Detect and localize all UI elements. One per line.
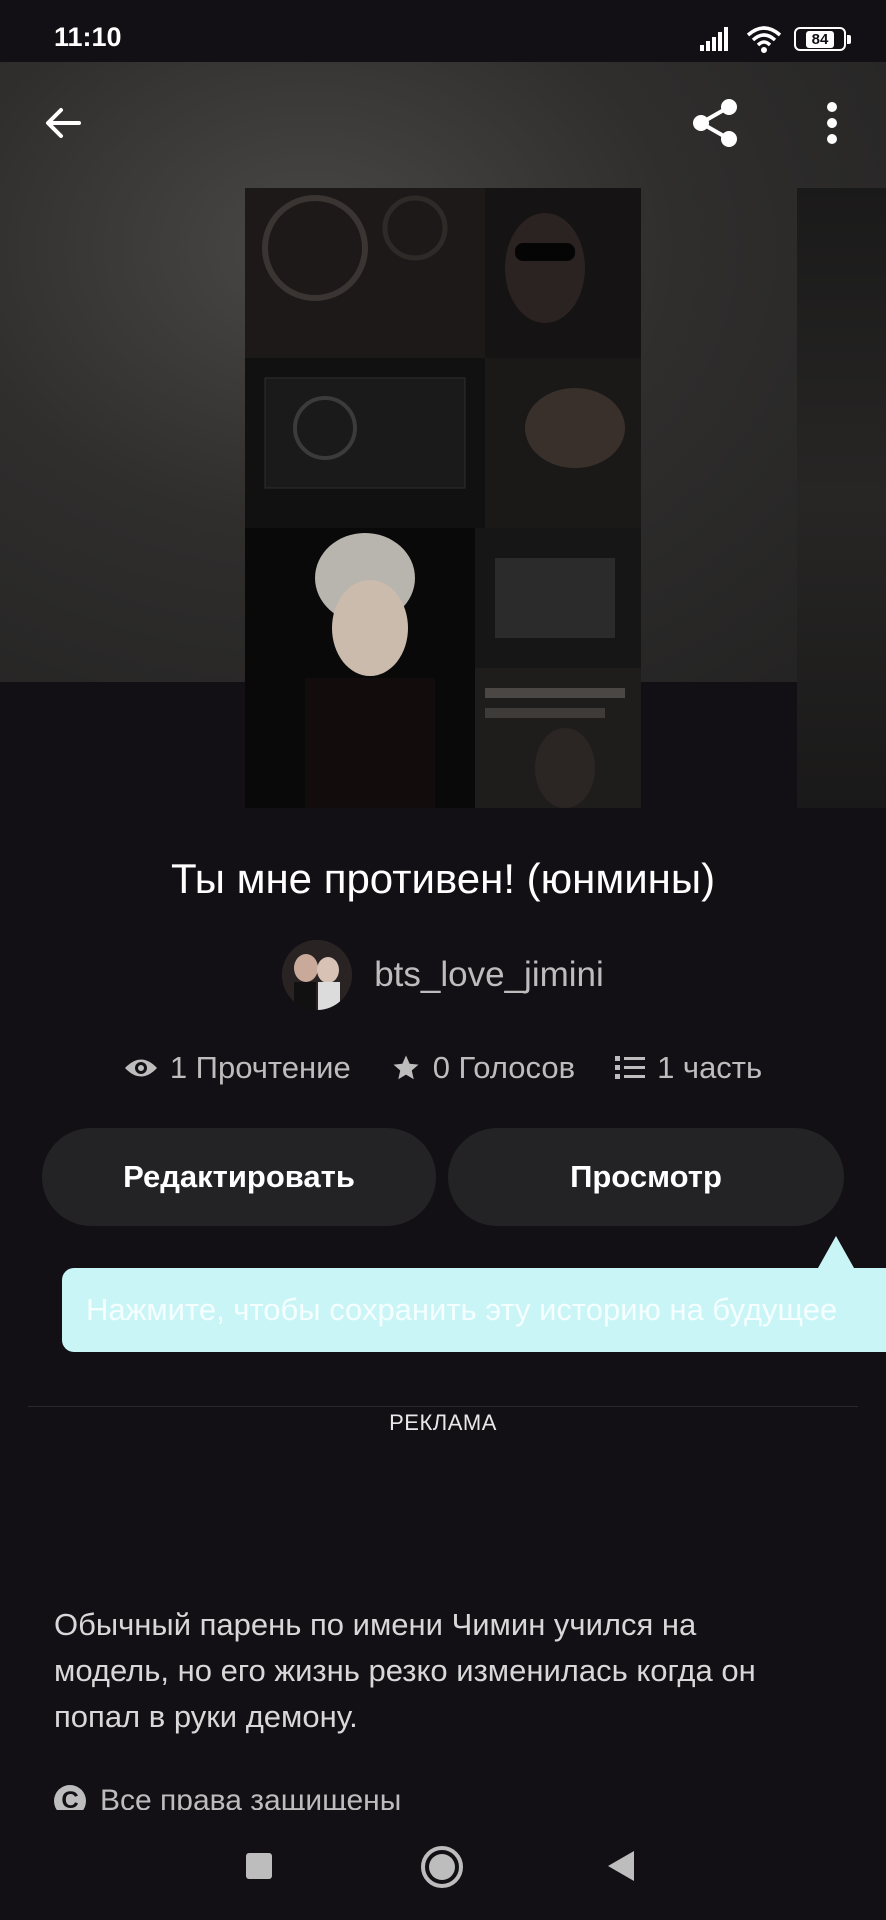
votes-stat: 0 Голосов [391,1050,575,1086]
back-arrow-icon [46,108,81,138]
back-triangle-icon[interactable] [608,1851,634,1881]
eye-icon [124,1059,157,1077]
status-icons: 84 [700,24,851,54]
parts-count: 1 часть [657,1050,763,1085]
share-button[interactable] [680,88,750,158]
story-description: Обычный парень по имени Чимин учился на … [54,1607,756,1734]
author-row[interactable]: bts_love_jimini [0,940,886,1010]
reads-stat: 1 Прочтение [124,1050,351,1086]
reads-count: 1 Прочтение [169,1050,351,1085]
status-time: 11:10 [54,22,122,52]
author-avatar[interactable] [282,940,353,1010]
avatar-image [282,940,353,1010]
story-cover-image[interactable] [245,188,641,808]
parts-stat: 1 часть [615,1050,762,1086]
more-options-button[interactable] [797,88,867,158]
view-button[interactable]: Просмотр [448,1128,844,1226]
battery-icon: 84 [794,27,851,51]
next-story-cover[interactable] [797,188,886,808]
story-title: Ты мне противен! (юнмины) [170,855,716,902]
signal-icon [700,27,728,51]
ad-label: РЕКЛАМА [375,1410,511,1435]
stats-row: 1 Прочтение 0 Голосов 1 часть [0,1050,886,1086]
recents-icon[interactable] [246,1853,272,1879]
back-button[interactable] [28,88,98,158]
cover-collage [245,188,641,808]
star-icon [393,1055,419,1080]
tooltip-arrow [818,1236,854,1268]
list-icon [615,1056,646,1079]
votes-count: 0 Голосов [432,1050,576,1085]
home-icon[interactable] [421,1846,463,1888]
edit-button[interactable]: Редактировать [42,1128,436,1226]
tooltip-text: Нажмите, чтобы сохранить эту историю на … [86,1292,838,1327]
battery-level: 84 [805,30,835,48]
share-icon [693,99,737,147]
ad-label-wrap: РЕКЛАМА [0,1410,886,1436]
save-story-tooltip[interactable]: Нажмите, чтобы сохранить эту историю на … [62,1268,886,1352]
wifi-icon [746,26,782,53]
ad-divider [28,1406,858,1407]
more-vertical-icon [827,102,837,144]
status-bar: 11:10 84 [0,0,886,62]
author-name[interactable]: bts_love_jimini [374,955,604,995]
